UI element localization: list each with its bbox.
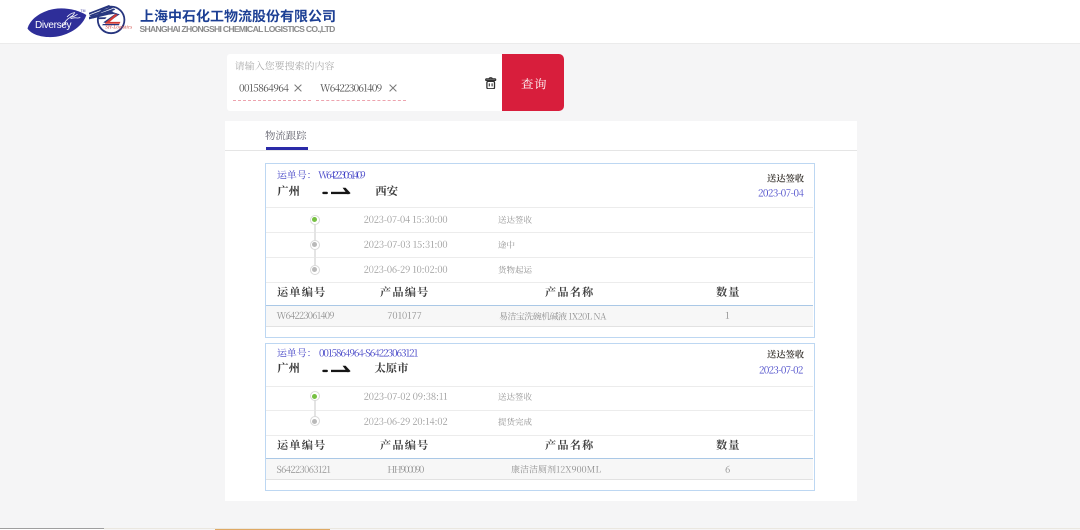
svg-text:SH-Logistics: SH-Logistics — [105, 24, 132, 30]
svg-text:Diversey: Diversey — [35, 19, 71, 30]
svg-text:TM: TM — [81, 9, 86, 13]
